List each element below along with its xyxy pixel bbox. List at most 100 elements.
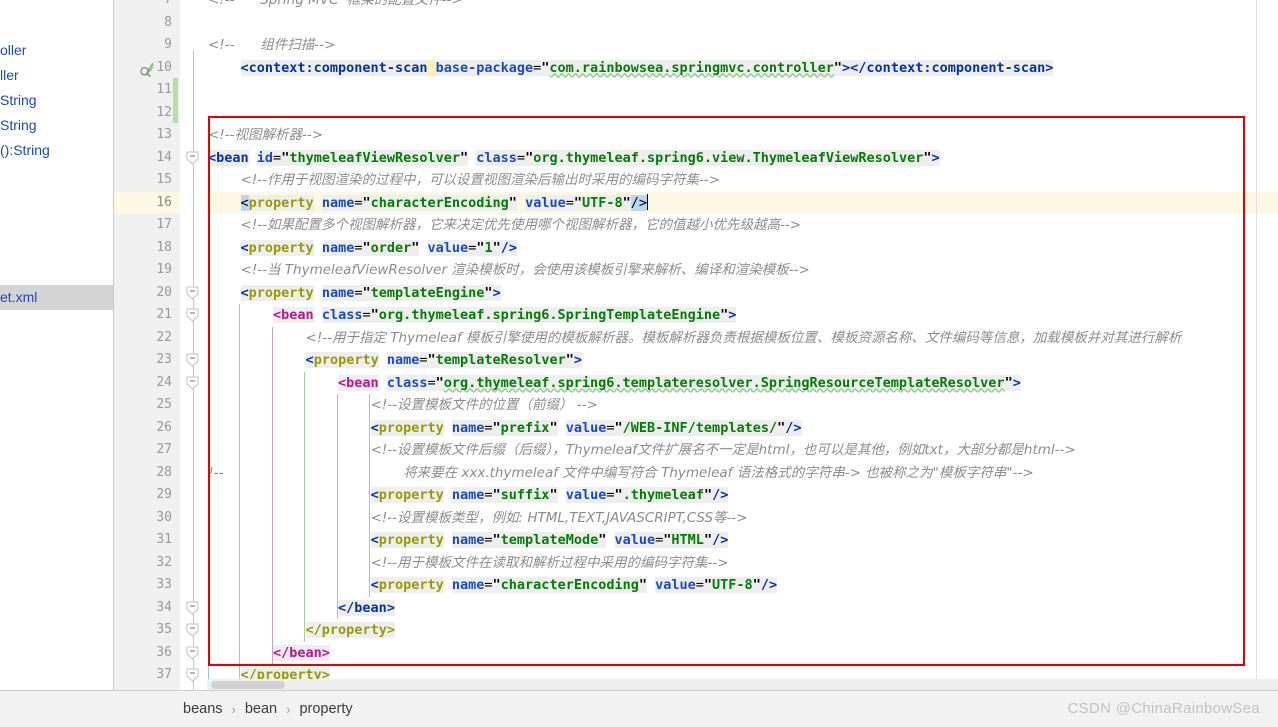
code-line-text: </bean> (338, 599, 395, 616)
fold-toggle-line-14[interactable] (186, 151, 199, 165)
line-number-32[interactable]: 32 (113, 552, 180, 575)
line-number-20[interactable]: 20 (113, 282, 180, 305)
line-number-30[interactable]: 30 (113, 507, 180, 530)
line-number-label: 28 (156, 464, 172, 480)
line-number-label: 15 (156, 172, 172, 187)
structure-item-0[interactable]: oller (0, 38, 113, 63)
code-line-7[interactable]: <!-- Spring MVC 框架的配置文件--> (207, 0, 1278, 12)
code-line-22[interactable]: <!--用于指定 Thymeleaf 模板引擎使用的模板解析器。模板解析器负责根… (207, 327, 1278, 350)
line-number-13[interactable]: 13 (113, 124, 180, 147)
code-line-17[interactable]: <!--如果配置多个视图解析器，它来决定优先使用哪个视图解析器，它的值越小优先级… (207, 214, 1278, 237)
structure-item-3[interactable]: String (0, 113, 113, 138)
code-surface[interactable]: <!-- Spring MVC 框架的配置文件--> <!-- 组件扫描--> <… (207, 0, 1278, 690)
line-number-33[interactable]: 33 (113, 574, 180, 597)
line-number-10[interactable]: 10 (113, 57, 180, 80)
code-line-24[interactable]: <bean class="org.thymeleaf.spring6.templ… (207, 372, 1278, 395)
line-number-24[interactable]: 24 (113, 372, 180, 395)
line-number-28[interactable]: 28 (113, 462, 180, 485)
line-number-label: 17 (156, 217, 172, 232)
fold-toggle-line-34[interactable] (186, 601, 199, 615)
code-line-25[interactable]: <!--设置模板文件的位置（前缀） --> (207, 394, 1278, 417)
horizontal-scrollbar[interactable] (207, 679, 1278, 690)
code-line-30[interactable]: <!--设置模板类型，例如: HTML,TEXT,JAVASCRIPT,CSS等… (207, 507, 1278, 530)
line-number-8[interactable]: 8 (113, 12, 180, 35)
line-number-34[interactable]: 34 (113, 597, 180, 620)
line-number-label: 31 (156, 532, 172, 547)
line-number-9[interactable]: 9 (113, 34, 180, 57)
code-line-28[interactable]: <!-- 将来要在 xxx.thymeleaf 文件中编写符合 Thymelea… (207, 462, 1278, 485)
breadcrumb-item-property[interactable]: property (299, 701, 352, 717)
line-number-19[interactable]: 19 (113, 259, 180, 282)
line-number-14[interactable]: 14 (113, 147, 180, 170)
code-line-21[interactable]: <bean class="org.thymeleaf.spring6.Sprin… (207, 304, 1278, 327)
code-line-36[interactable]: </bean> (207, 642, 1278, 665)
code-line-8[interactable] (207, 12, 1278, 35)
code-line-33[interactable]: <property name="characterEncoding" value… (207, 574, 1278, 597)
fold-toggle-line-23[interactable] (186, 353, 199, 367)
fold-toggle-line-37[interactable] (186, 668, 199, 682)
code-line-19[interactable]: <!--当 ThymeleafViewResolver 渲染模板时，会使用该模板… (207, 259, 1278, 282)
code-line-15[interactable]: <!--作用于视图渲染的过程中，可以设置视图渲染后输出时采用的编码字符集--> (207, 169, 1278, 192)
line-number-12[interactable]: 12 (113, 102, 180, 125)
code-line-12[interactable] (207, 102, 1278, 125)
code-line-20[interactable]: <property name="templateEngine"> (207, 282, 1278, 305)
line-number-7[interactable]: 7 (113, 0, 180, 12)
code-line-18[interactable]: <property name="order" value="1"/> (207, 237, 1278, 260)
line-number-22[interactable]: 22 (113, 327, 180, 350)
code-editor[interactable]: 7 8 9 10 11 12 13 14 15 16 17 18 19 20 21 22 23 24 25 26 27 2… (113, 0, 1278, 690)
line-number-26[interactable]: 26 (113, 417, 180, 440)
structure-item-2[interactable]: String (0, 88, 113, 113)
line-number-36[interactable]: 36 (113, 642, 180, 665)
code-line-text: <property name="suffix" value=".thymelea… (370, 487, 729, 503)
line-number-35[interactable]: 35 (113, 619, 180, 642)
vcs-change-marker[interactable] (173, 78, 178, 123)
horizontal-scrollbar-thumb[interactable] (211, 681, 285, 689)
code-line-9[interactable]: <!-- 组件扫描--> (207, 34, 1278, 57)
line-number-21[interactable]: 21 (113, 304, 180, 327)
code-line-31[interactable]: <property name="templateMode" value="HTM… (207, 529, 1278, 552)
code-line-29[interactable]: <property name="suffix" value=".thymelea… (207, 484, 1278, 507)
structure-item-label: ller (0, 67, 19, 83)
code-line-32[interactable]: <!--用于模板文件在读取和解析过程中采用的编码字符集--> (207, 552, 1278, 575)
line-number-11[interactable]: 11 (113, 79, 180, 102)
line-number-gutter[interactable]: 7 8 9 10 11 12 13 14 15 16 17 18 19 20 21 22 23 24 25 26 27 2… (113, 0, 180, 690)
fold-toggle-line-20[interactable] (186, 286, 199, 300)
structure-panel[interactable]: oller ller String String ():String et.xml (0, 0, 114, 690)
line-number-31[interactable]: 31 (113, 529, 180, 552)
breadcrumb-item-bean[interactable]: bean (245, 701, 277, 717)
code-line-27[interactable]: <!--设置模板文件后缀（后缀），Thymeleaf文件扩展名不一定是html，… (207, 439, 1278, 462)
code-line-13[interactable]: <!--视图解析器--> (207, 124, 1278, 147)
line-number-15[interactable]: 15 (113, 169, 180, 192)
fold-toggle-line-35[interactable] (186, 623, 199, 637)
line-number-label: 13 (156, 127, 172, 142)
code-line-26[interactable]: <property name="prefix" value="/WEB-INF/… (207, 417, 1278, 440)
structure-item-5[interactable]: et.xml (0, 285, 113, 310)
structure-item-4[interactable]: ():String (0, 138, 113, 163)
line-number-27[interactable]: 27 (113, 439, 180, 462)
line-number-18[interactable]: 18 (113, 237, 180, 260)
fold-toggle-line-36[interactable] (186, 646, 199, 660)
code-line-16[interactable]: <property name="characterEncoding" value… (207, 191, 1278, 214)
line-number-label: 23 (156, 352, 172, 367)
line-number-label: 8 (164, 14, 172, 30)
code-line-text: </bean> (273, 644, 330, 661)
spring-bean-icon[interactable] (139, 60, 156, 77)
structure-item-1[interactable]: ller (0, 63, 113, 88)
code-line-10[interactable]: <context:component-scan base-package="co… (207, 57, 1278, 80)
code-line-23[interactable]: <property name="templateResolver"> (207, 349, 1278, 372)
line-number-23[interactable]: 23 (113, 349, 180, 372)
fold-toggle-line-24[interactable] (186, 376, 199, 390)
code-folding-column[interactable] (180, 0, 207, 690)
line-number-16[interactable]: 16 (113, 191, 180, 214)
breadcrumb-items[interactable]: beans › bean › property (113, 701, 353, 717)
code-line-11[interactable] (207, 79, 1278, 102)
line-number-37[interactable]: 37 (113, 664, 180, 687)
fold-toggle-line-21[interactable] (186, 308, 199, 322)
breadcrumb-item-beans[interactable]: beans (183, 701, 223, 717)
code-line-14[interactable]: <bean id="thymeleafViewResolver" class="… (207, 147, 1278, 170)
line-number-17[interactable]: 17 (113, 214, 180, 237)
line-number-25[interactable]: 25 (113, 394, 180, 417)
line-number-29[interactable]: 29 (113, 484, 180, 507)
code-line-34[interactable]: </bean> (207, 597, 1278, 620)
code-line-35[interactable]: </property> (207, 619, 1278, 642)
